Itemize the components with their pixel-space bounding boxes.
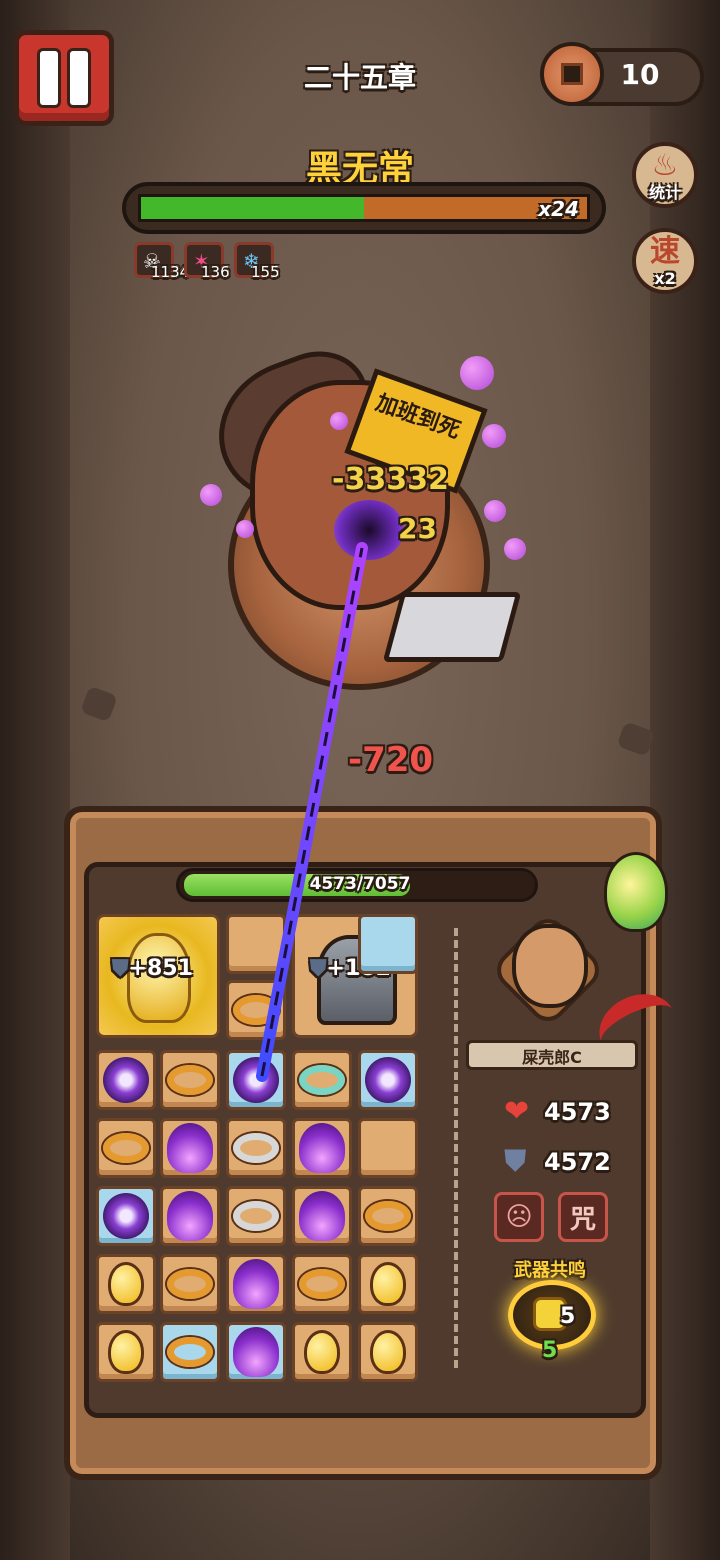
game-screen: 二十五章 10 黑无常 x24 ☠ 1134 ✶ 136 ❄ 155 ♨ 统计 … bbox=[0, 0, 720, 1560]
attack-beam bbox=[256, 542, 368, 1082]
